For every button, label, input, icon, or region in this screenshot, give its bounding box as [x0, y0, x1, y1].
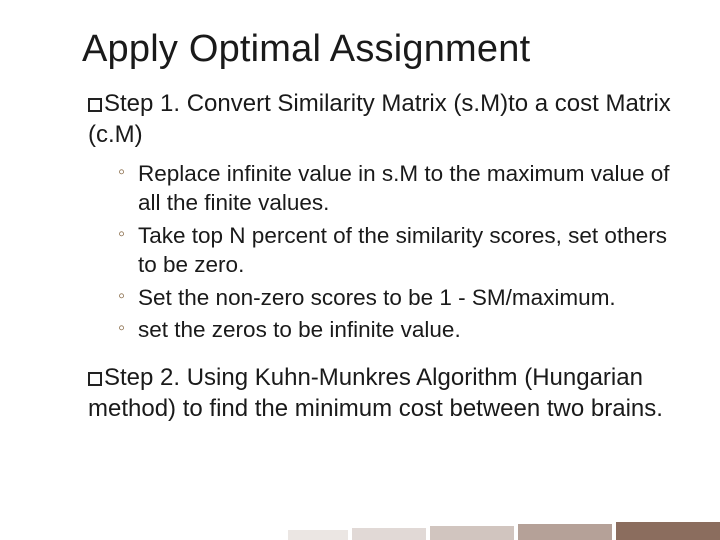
- list-item: Replace infinite value in s.M to the max…: [120, 160, 672, 218]
- step-2-text: Step 2. Using Kuhn-Munkres Algorithm (Hu…: [88, 364, 663, 422]
- list-item: set the zeros to be infinite value.: [120, 316, 672, 345]
- slide: Apply Optimal Assignment Step 1. Convert…: [0, 0, 720, 540]
- square-bullet-icon: [88, 372, 102, 386]
- step-2: Step 2. Using Kuhn-Munkres Algorithm (Hu…: [88, 363, 672, 424]
- step-1-sublist: Replace infinite value in s.M to the max…: [88, 160, 672, 345]
- step-1-text: Step 1. Convert Similarity Matrix (s.M)t…: [88, 90, 671, 148]
- list-item: Set the non-zero scores to be 1 - SM/max…: [120, 284, 672, 313]
- slide-title: Apply Optimal Assignment: [82, 28, 672, 71]
- square-bullet-icon: [88, 98, 102, 112]
- list-item: Take top N percent of the similarity sco…: [120, 222, 672, 280]
- step-1: Step 1. Convert Similarity Matrix (s.M)t…: [88, 89, 672, 150]
